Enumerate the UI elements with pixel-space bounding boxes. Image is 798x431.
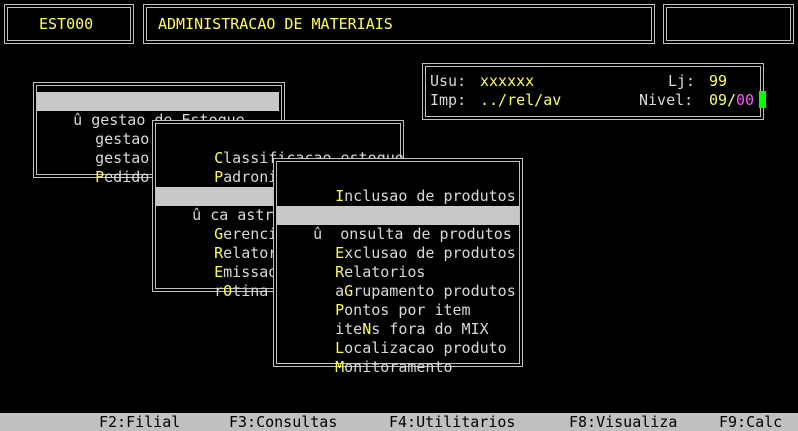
cadastro-item-relatorios[interactable]: Relatorios <box>299 244 425 281</box>
cadastro-item-pontos[interactable]: Pontos por item <box>299 282 470 319</box>
level-label: Nivel: <box>639 91 694 109</box>
app-title: ADMINISTRACAO DE MATERIAIS <box>158 15 393 33</box>
cadastro-item-exclusao[interactable]: Exclusao de produtos <box>299 225 516 262</box>
submenu-item-cadastro[interactable]: û caDastro <box>156 187 282 224</box>
store-label: Lj: <box>668 72 696 90</box>
level-value: 09/ <box>709 91 737 109</box>
printer-label: Imp: <box>430 91 467 109</box>
f9-calc-key[interactable]: F9:Calc <box>719 413 782 431</box>
header-right-box <box>663 4 794 44</box>
store-value: 99 <box>709 72 728 90</box>
user-value: xxxxxx <box>480 72 535 90</box>
program-code: EST000 <box>39 15 94 33</box>
f8-visualiza-key[interactable]: F8:Visualiza <box>569 413 677 431</box>
f4-utilitarios-key[interactable]: F4:Utilitarios <box>389 413 515 431</box>
cadastro-item-consulta[interactable]: û Consulta de produtos <box>277 206 519 243</box>
cadastro-item-inclusao[interactable]: Inclusao de produtos <box>299 168 516 205</box>
cadastro-item-agrupamento[interactable]: aGrupamento produtos <box>299 263 516 300</box>
f3-consultas-key[interactable]: F3:Consultas <box>229 413 337 431</box>
level-value-sub[interactable]: 00 <box>736 91 754 110</box>
session-info-box: Usu: xxxxxx Lj: 99 Imp: ../rel/av Nivel:… <box>422 63 764 120</box>
user-label: Usu: <box>430 72 467 90</box>
printer-value: ../rel/av <box>480 91 562 109</box>
cadastro-item-monitoramento[interactable]: Monitoramento <box>299 339 452 376</box>
header-code-box: EST000 <box>4 4 134 44</box>
header-title-box: ADMINISTRACAO DE MATERIAIS <box>143 4 655 44</box>
function-key-bar: F2:Filial F3:Consultas F4:Utilitarios F8… <box>0 413 798 431</box>
cadastro-item-localizacao[interactable]: Localizacao produto <box>299 320 507 357</box>
cadastro-item-alteracao[interactable]: Alteracao <box>299 187 416 224</box>
cadastro-item-itens-fora-mix[interactable]: iteNs fora do MIX <box>299 301 489 338</box>
text-cursor <box>759 91 766 108</box>
cadastro-submenu: Inclusao de produtos Alteracao û Consult… <box>273 158 523 376</box>
f2-filial-key[interactable]: F2:Filial <box>99 413 180 431</box>
main-menu-item-gestao-estoque[interactable]: û gestao de Estoque <box>37 92 279 129</box>
submenu-item-classificacao[interactable]: Classificacao estoque <box>178 130 404 167</box>
